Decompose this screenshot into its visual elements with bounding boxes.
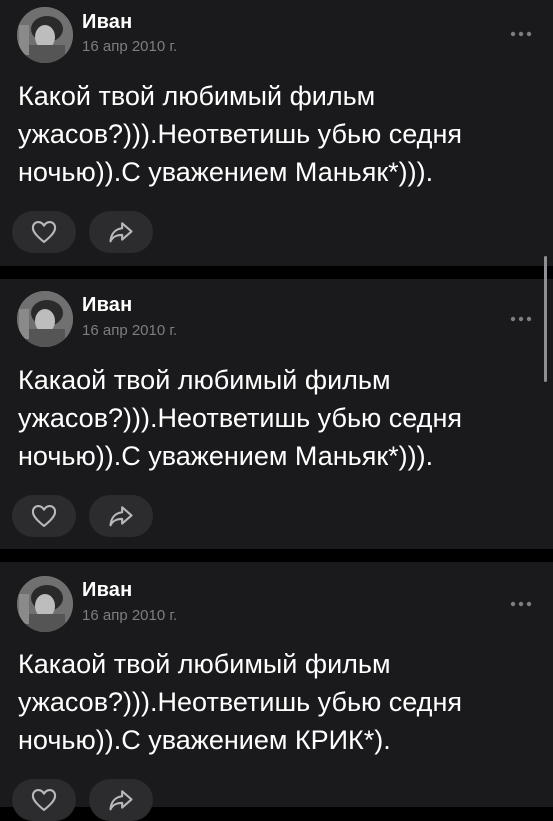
share-arrow-icon [109,790,133,811]
more-dots-icon[interactable] [509,600,533,608]
post-date: 16 апр 2010 г. [82,38,178,55]
like-button[interactable] [12,779,76,821]
post-text: Какаой твой любимый фильм ужасов?))).Нео… [18,365,462,471]
author-name[interactable]: Иван [82,579,132,602]
heart-icon [31,505,57,527]
more-dots-icon[interactable] [509,315,533,323]
more-dots-icon[interactable] [509,30,533,38]
author-name[interactable]: Иван [82,11,132,34]
share-button[interactable] [89,495,153,537]
heart-icon [31,221,57,243]
scrollbar[interactable] [544,256,547,382]
avatar[interactable] [17,7,73,63]
post-divider [0,549,553,562]
feed: Иван 16 апр 2010 г. Какой твой любимый ф… [0,0,553,821]
share-button[interactable] [89,779,153,821]
post-divider [0,266,553,279]
share-arrow-icon [109,506,133,527]
post-text: Какой твой любимый фильм ужасов?))).Неот… [18,81,462,187]
post-date: 16 апр 2010 г. [82,322,178,339]
post-text: Какаой твой любимый фильм ужасов?))).Нео… [18,649,462,755]
post-card: Иван 16 апр 2010 г. Какой твой любимый ф… [0,0,553,266]
post-card: Иван 16 апр 2010 г. Какаой твой любимый … [0,279,553,549]
share-button[interactable] [89,211,153,253]
avatar[interactable] [17,291,73,347]
post-date: 16 апр 2010 г. [82,607,178,624]
author-name[interactable]: Иван [82,294,132,317]
like-button[interactable] [12,211,76,253]
heart-icon [31,789,57,811]
post-card: Иван 16 апр 2010 г. Какаой твой любимый … [0,562,553,821]
like-button[interactable] [12,495,76,537]
avatar[interactable] [17,576,73,632]
share-arrow-icon [109,222,133,243]
